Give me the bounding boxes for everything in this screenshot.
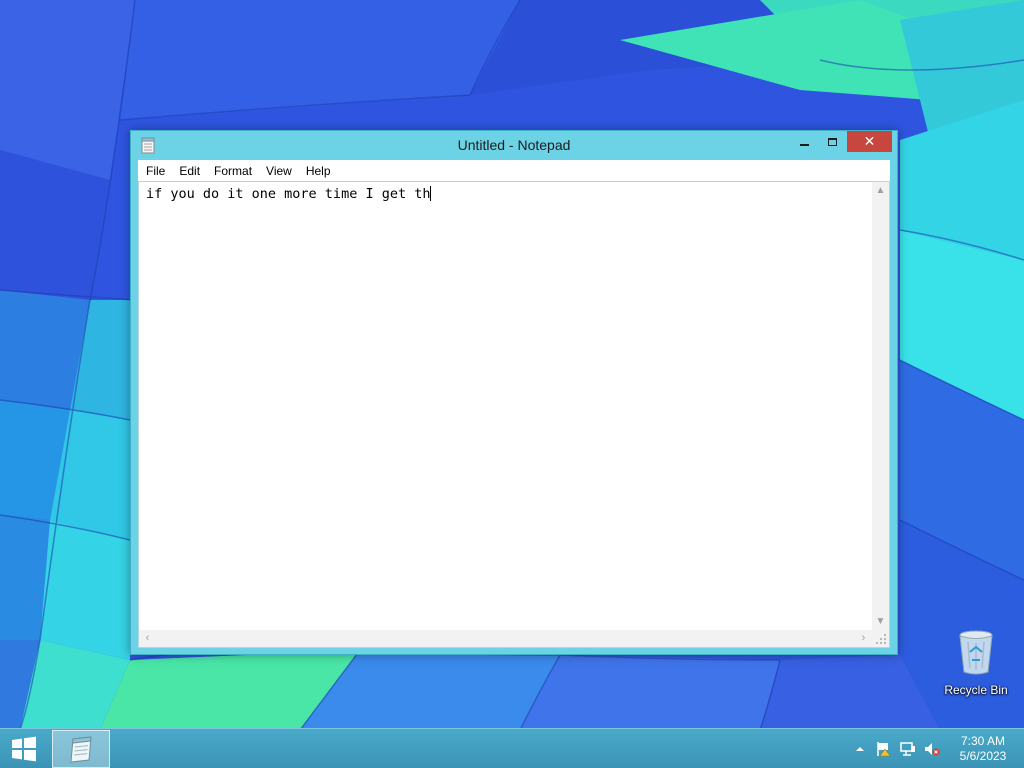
notepad-window[interactable]: Untitled - Notepad ✕ File Edit Format Vi… <box>130 130 898 655</box>
minimize-button[interactable] <box>791 131 818 152</box>
menu-view[interactable]: View <box>259 164 299 178</box>
editor-text-line[interactable]: if you do it one more time I get th <box>146 186 432 202</box>
recycle-bin-label: Recycle Bin <box>944 683 1008 697</box>
scroll-down-icon[interactable]: ▼ <box>872 613 889 630</box>
start-button[interactable] <box>0 729 48 768</box>
editor-text: if you do it one more time I get th <box>146 186 431 202</box>
flag-warning-icon <box>877 742 891 757</box>
network-icon <box>900 742 915 756</box>
size-grip-icon[interactable] <box>872 630 889 647</box>
volume-button[interactable] <box>920 729 944 768</box>
taskbar-clock[interactable]: 7:30 AM 5/6/2023 <box>948 734 1018 764</box>
window-title: Untitled - Notepad <box>457 137 571 153</box>
menu-bar: File Edit Format View Help <box>138 160 890 181</box>
taskbar-notepad-button[interactable] <box>52 730 110 768</box>
action-center-button[interactable] <box>872 729 896 768</box>
menu-file[interactable]: File <box>138 164 172 178</box>
desktop-icon-recycle-bin[interactable]: Recycle Bin <box>940 628 1012 697</box>
close-icon: ✕ <box>863 133 876 149</box>
scroll-left-icon[interactable]: ‹ <box>139 630 156 647</box>
scroll-right-icon[interactable]: › <box>855 630 872 647</box>
close-button[interactable]: ✕ <box>847 131 892 152</box>
menu-edit[interactable]: Edit <box>172 164 207 178</box>
vertical-scrollbar[interactable]: ▲ ▼ <box>872 182 889 630</box>
menu-help[interactable]: Help <box>299 164 338 178</box>
chevron-up-icon <box>856 747 864 751</box>
text-caret <box>430 186 432 201</box>
notepad-taskbar-icon <box>70 736 92 763</box>
system-tray <box>848 729 944 768</box>
clock-time: 7:30 AM <box>960 734 1006 748</box>
scroll-up-icon[interactable]: ▲ <box>872 182 889 199</box>
menu-format[interactable]: Format <box>207 164 259 178</box>
minimize-icon <box>800 143 809 146</box>
maximize-button[interactable] <box>819 131 846 152</box>
text-editor[interactable]: if you do it one more time I get th ▲ ▼ … <box>138 181 890 648</box>
maximize-icon <box>828 137 837 146</box>
recycle-bin-icon <box>959 630 993 675</box>
show-hidden-icons-button[interactable] <box>848 729 872 768</box>
clock-date: 5/6/2023 <box>959 749 1007 763</box>
taskbar: 7:30 AM 5/6/2023 <box>0 728 1024 768</box>
windows-logo-icon <box>12 736 36 762</box>
volume-muted-icon <box>925 743 940 756</box>
title-bar[interactable]: Untitled - Notepad ✕ <box>131 131 897 160</box>
horizontal-scrollbar[interactable]: ‹ › <box>139 630 872 647</box>
network-button[interactable] <box>896 729 920 768</box>
